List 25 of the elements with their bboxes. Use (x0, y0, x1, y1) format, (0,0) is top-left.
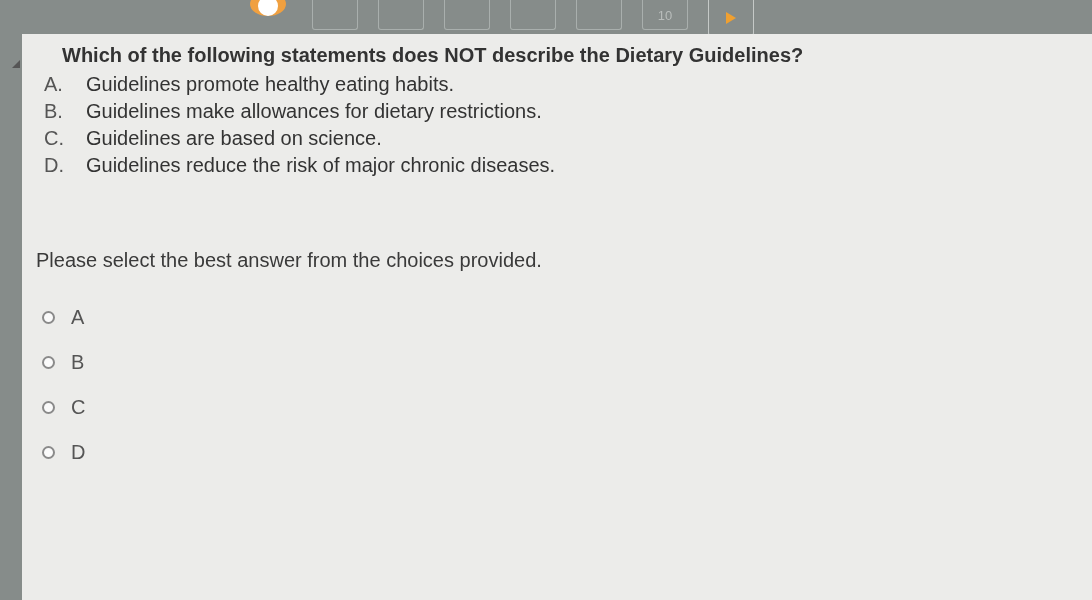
choice-label[interactable]: C (71, 396, 86, 419)
radio-button[interactable] (42, 401, 55, 414)
option-text: Guidelines promote healthy eating habits. (86, 73, 454, 96)
question-number-button[interactable] (576, 0, 622, 30)
instruction-text: Please select the best answer from the choices provided. (36, 249, 543, 272)
choice-label[interactable]: A (71, 306, 85, 329)
question-number-button[interactable] (444, 0, 490, 30)
radio-button[interactable] (42, 446, 55, 459)
choice-label[interactable]: B (71, 351, 85, 374)
option-text: Guidelines are based on science. (86, 127, 382, 150)
option-text: Guidelines make allowances for dietary restrictions. (86, 100, 542, 123)
choice-label[interactable]: D (71, 441, 86, 464)
radio-button[interactable] (42, 356, 55, 369)
radio-button[interactable] (42, 311, 55, 324)
option-letter: C. (44, 127, 65, 150)
option-letter: D. (44, 154, 65, 177)
question-text: Which of the following statements does NOT describe the Dietary Guidelines? (62, 44, 805, 67)
play-arrow-icon (726, 11, 736, 24)
question-number-button[interactable] (378, 0, 424, 30)
question-number-button[interactable] (510, 0, 556, 30)
option-text: Guidelines reduce the risk of major chronic diseases. (86, 154, 556, 177)
triangle-icon (12, 60, 20, 68)
option-letter: B. (44, 100, 64, 123)
option-letter: A. (44, 73, 64, 96)
question-number-button[interactable] (312, 0, 358, 30)
